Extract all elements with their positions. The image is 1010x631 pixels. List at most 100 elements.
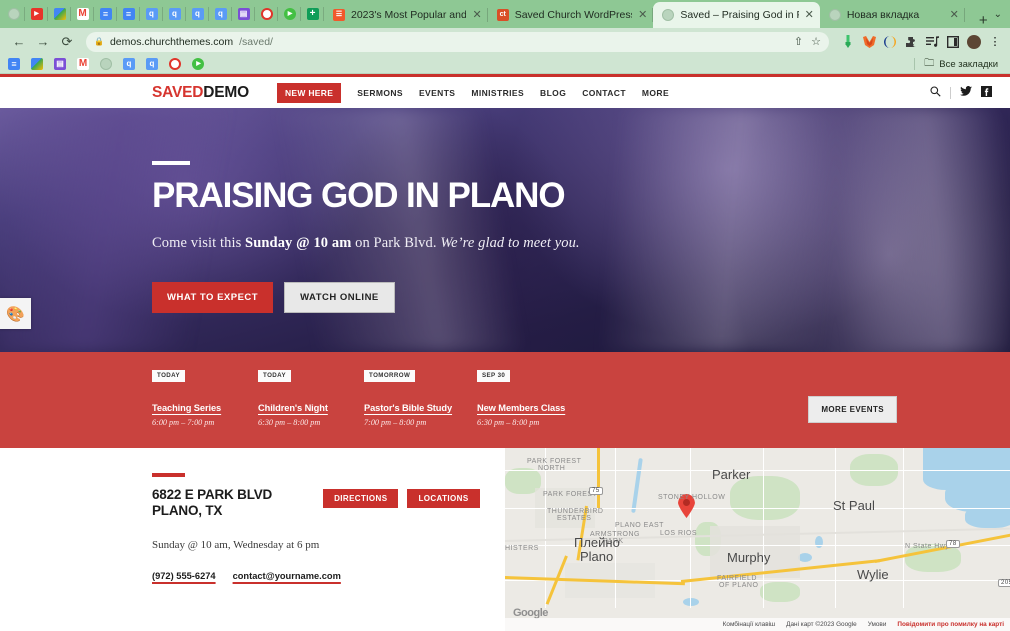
panel-extension-icon[interactable] (946, 35, 960, 49)
bookmark-gmail[interactable]: M (77, 58, 89, 70)
bookmark-q2[interactable] (146, 58, 158, 70)
bookmark-star-icon[interactable]: ☆ (811, 35, 821, 48)
hero-sub-italic: We’re glad to meet you. (440, 235, 580, 251)
map-city-label: St Paul (833, 498, 875, 513)
locations-button[interactable]: LOCATIONS (407, 489, 480, 508)
back-button[interactable]: ← (8, 31, 30, 53)
bookmark-docs[interactable] (8, 58, 20, 70)
event-title[interactable]: Pastor's Bible Study (364, 403, 477, 413)
document-icon (8, 58, 20, 70)
tab-title: Saved – Praising God in Plano (680, 9, 798, 21)
pinned-tab-youtube[interactable] (25, 1, 48, 27)
play-icon (283, 8, 296, 20)
bookmark-globe[interactable] (100, 58, 112, 70)
location-map-section: 6822 E PARK BLVD PLANO, TX DIRECTIONS LO… (0, 448, 1010, 631)
what-to-expect-button[interactable]: WHAT TO EXPECT (152, 282, 274, 313)
pinned-tab-docs-1[interactable] (94, 1, 117, 27)
map-attribution: Комбінації клавіш Дані карт ©2023 Google… (505, 618, 1010, 631)
twitter-icon[interactable] (960, 85, 972, 100)
browser-menu-icon[interactable]: ⋮ (988, 35, 1002, 49)
nav-item-sermons[interactable]: SERMONS (349, 88, 411, 98)
nav-item-ministries[interactable]: MINISTRIES (463, 88, 532, 98)
tab-3[interactable]: Новая вкладка ✕ (820, 2, 965, 28)
pinned-tab-analytics[interactable] (48, 1, 71, 27)
globe-icon (662, 9, 675, 21)
directions-button[interactable]: DIRECTIONS (323, 489, 399, 508)
search-icon[interactable] (930, 85, 941, 100)
tab-0[interactable]: 2023's Most Popular and Best ✕ (324, 2, 488, 28)
address-bar[interactable]: 🔒 demos.churchthemes.com/saved/ ⇧ ☆ (86, 31, 829, 52)
lock-icon: 🔒 (94, 37, 104, 46)
event-item[interactable]: TODAY Children's Night 6:30 pm – 8:00 pm (258, 364, 364, 448)
check-icon (192, 58, 204, 70)
new-tab-button[interactable]: + (973, 13, 994, 28)
address-line-2: PLANO, TX (152, 503, 223, 519)
palette-icon[interactable]: 🎨 (0, 298, 31, 329)
reload-button[interactable]: ⟳ (56, 31, 78, 53)
browser-toolbar: ← → ⟳ 🔒 demos.churchthemes.com/saved/ ⇧ … (0, 28, 1010, 55)
tab-close-icon[interactable]: ✕ (472, 9, 481, 21)
pinned-tab-forms[interactable] (232, 1, 255, 27)
nav-item-new-here[interactable]: NEW HERE (276, 82, 342, 103)
list-extension-icon[interactable] (925, 35, 939, 49)
puzzle-extension-icon[interactable] (904, 35, 918, 49)
bookmark-form[interactable] (54, 58, 66, 70)
event-item[interactable]: TOMORROW Pastor's Bible Study 7:00 pm – … (364, 364, 477, 448)
pinned-tab-q2[interactable] (163, 1, 186, 27)
forward-button[interactable]: → (32, 31, 54, 53)
profile-avatar[interactable] (967, 34, 981, 49)
hero-sub-bold: Sunday @ 10 am (245, 235, 352, 251)
map-shortcuts-link[interactable]: Комбінації клавіш (723, 621, 776, 628)
tab-close-icon[interactable]: ✕ (950, 9, 959, 21)
map-terms-link[interactable]: Умови (868, 621, 887, 628)
event-item[interactable]: TODAY Teaching Series 6:00 pm – 7:00 pm (152, 364, 258, 448)
pipette-extension-icon[interactable] (841, 35, 855, 49)
pinned-tab-globe[interactable] (2, 1, 25, 27)
event-title[interactable]: New Members Class (477, 403, 583, 413)
site-logo[interactable]: SAVEDDEMO (152, 84, 249, 102)
tab-2-active[interactable]: Saved – Praising God in Plano ✕ (653, 2, 820, 28)
nav-item-events[interactable]: EVENTS (411, 88, 463, 98)
nav-item-contact[interactable]: CONTACT (574, 88, 634, 98)
hero-subtitle: Come visit this Sunday @ 10 am on Park B… (152, 235, 1010, 252)
globe-icon (828, 9, 841, 21)
form-icon (237, 8, 250, 20)
tab-1[interactable]: ct Saved Church WordPress The ✕ (488, 2, 654, 28)
event-title[interactable]: Children's Night (258, 403, 364, 413)
pinned-tab-gmail[interactable]: M (71, 1, 94, 27)
pinned-tab-sheets[interactable] (301, 1, 324, 27)
bookmarks-bar: M 🗀 Все закладки (0, 55, 1010, 74)
map-embed[interactable]: PARK FOREST NORTH PARK FOREST THUNDERBIR… (505, 448, 1010, 631)
bookmark-chart[interactable] (31, 58, 43, 70)
chevron-down-icon[interactable]: ⌄ (994, 9, 1002, 20)
map-report-error-link[interactable]: Повідомити про помилку на карті (897, 621, 1004, 628)
event-item[interactable]: SEP 30 New Members Class 6:30 pm – 8:00 … (477, 364, 583, 448)
facebook-icon[interactable] (981, 85, 992, 100)
email-link[interactable]: contact@yourname.com (233, 571, 341, 581)
moon-extension-icon[interactable] (883, 35, 897, 49)
fox-extension-icon[interactable] (862, 35, 876, 49)
event-time: 7:00 pm – 8:00 pm (364, 418, 427, 428)
share-icon[interactable]: ⇧ (794, 35, 803, 48)
watch-online-button[interactable]: WATCH ONLINE (284, 282, 395, 313)
nav-item-blog[interactable]: BLOG (532, 88, 574, 98)
pinned-tab-record[interactable] (255, 1, 278, 27)
tab-close-icon[interactable]: ✕ (638, 9, 647, 21)
bookmark-record[interactable] (169, 58, 181, 70)
pinned-tab-q4[interactable] (209, 1, 232, 27)
more-events-button[interactable]: MORE EVENTS (808, 396, 897, 423)
event-title[interactable]: Teaching Series (152, 403, 258, 413)
nav-item-more[interactable]: MORE (634, 88, 677, 98)
all-bookmarks-button[interactable]: 🗀 Все закладки (914, 56, 1002, 73)
bookmark-q1[interactable] (123, 58, 135, 70)
route-shield: 205 (998, 579, 1010, 587)
pinned-tab-q3[interactable] (186, 1, 209, 27)
pinned-tab-q1[interactable] (140, 1, 163, 27)
event-badge: TODAY (258, 370, 291, 383)
map-label: THUNDERBIRD (547, 508, 604, 515)
bookmark-check[interactable] (192, 58, 204, 70)
pinned-tab-docs-2[interactable] (117, 1, 140, 27)
phone-link[interactable]: (972) 555-6274 (152, 571, 216, 581)
tab-close-icon[interactable]: ✕ (805, 9, 814, 21)
pinned-tab-play[interactable] (278, 1, 301, 27)
